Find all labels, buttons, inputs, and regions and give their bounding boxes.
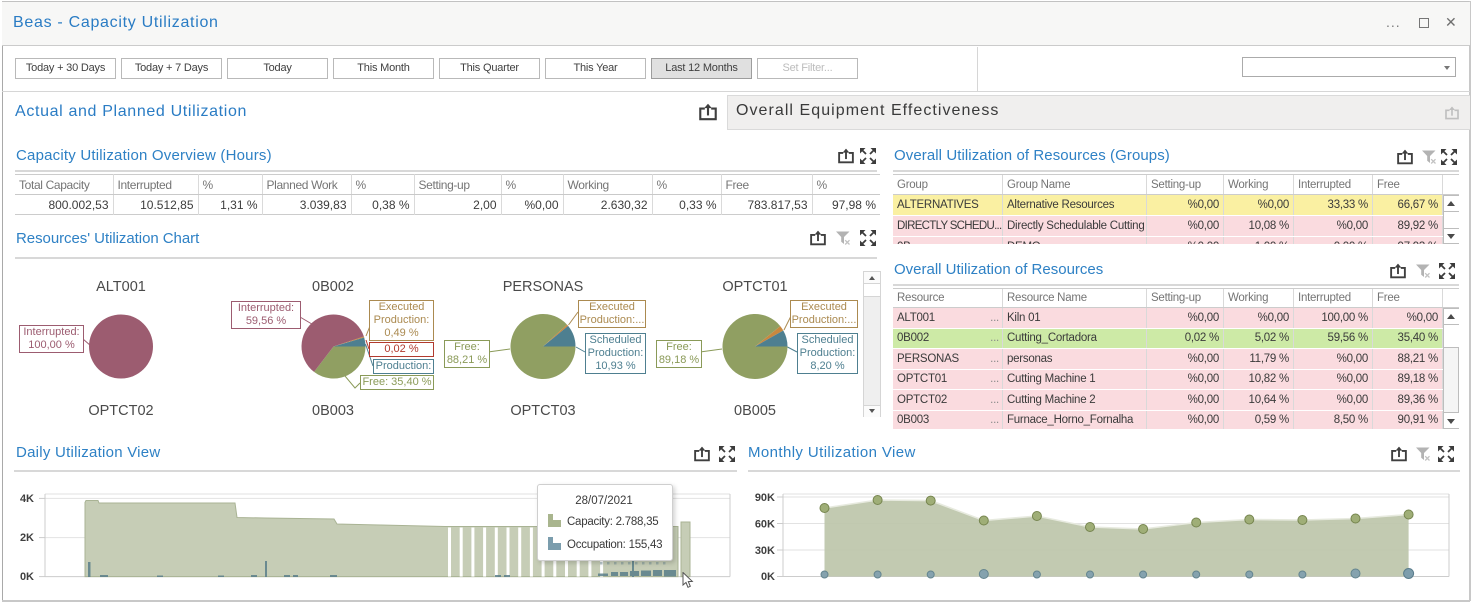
svg-text:60K: 60K	[755, 519, 775, 531]
svg-text:90K: 90K	[755, 492, 775, 504]
svg-text:OPTCT03: OPTCT03	[510, 403, 575, 419]
svg-text:PERSONAS: PERSONAS	[503, 279, 584, 295]
svg-text:0B002: 0B002	[312, 279, 354, 295]
svg-text:0K: 0K	[20, 571, 34, 583]
svg-text:0B005: 0B005	[734, 403, 776, 419]
svg-text:ALT001: ALT001	[96, 279, 146, 295]
svg-text:30K: 30K	[755, 545, 775, 557]
svg-text:OPTCT02: OPTCT02	[88, 403, 153, 419]
svg-text:2K: 2K	[20, 532, 34, 544]
svg-text:0B003: 0B003	[312, 403, 354, 419]
svg-text:OPTCT01: OPTCT01	[722, 279, 787, 295]
svg-text:4K: 4K	[20, 493, 34, 505]
svg-text:0K: 0K	[761, 571, 775, 583]
